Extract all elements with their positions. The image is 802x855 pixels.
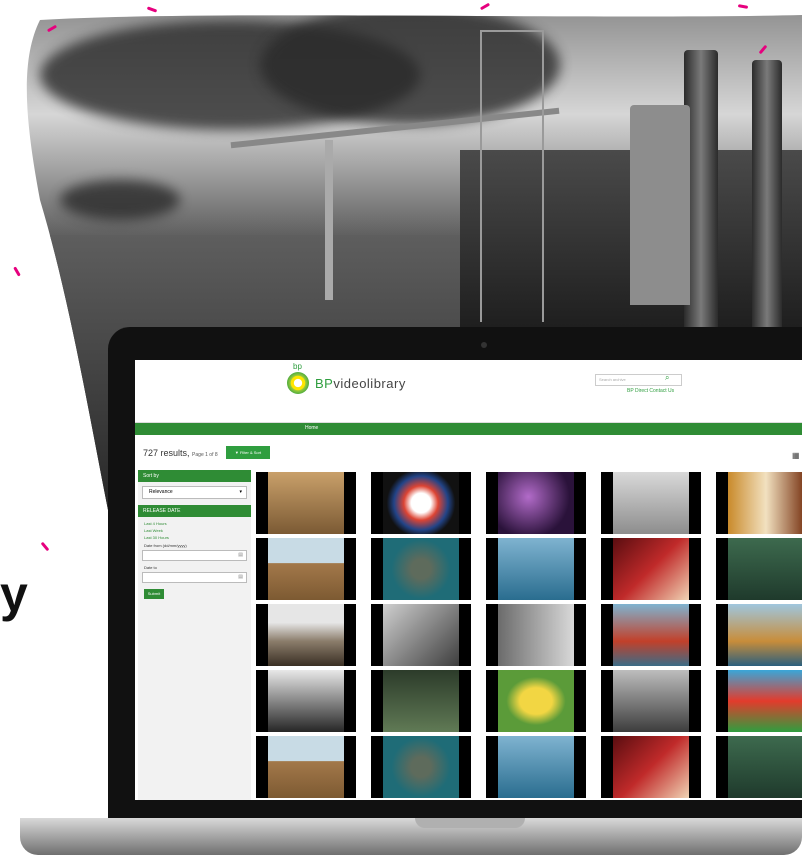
thumbnail-image <box>498 472 574 534</box>
thumbnail-image <box>498 538 574 600</box>
sort-select[interactable]: Relevance ▾ <box>142 486 247 499</box>
video-thumbnail[interactable] <box>716 472 802 534</box>
thumbnail-image <box>728 538 802 600</box>
thumbnail-image <box>613 670 689 732</box>
video-thumbnail[interactable] <box>256 604 356 666</box>
browser-screen: bp BPvideolibrary Search archive ⌕ BP Di… <box>135 360 802 800</box>
main-nav: Home <box>135 423 802 435</box>
sort-header: Sort by <box>138 470 251 482</box>
date-from-input[interactable]: ▤ <box>142 550 247 561</box>
thumbnail-image <box>383 538 459 600</box>
decorative-mark: y <box>0 566 28 622</box>
video-thumbnail[interactable] <box>256 736 356 798</box>
calendar-icon[interactable]: ▤ <box>238 574 243 580</box>
helios-logo-icon <box>287 372 309 394</box>
video-thumbnail[interactable] <box>716 538 802 600</box>
thumbnail-image <box>728 736 802 798</box>
nav-home[interactable]: Home <box>305 425 318 431</box>
video-thumbnail[interactable] <box>371 670 471 732</box>
video-thumbnail[interactable] <box>256 472 356 534</box>
filter-sort-button[interactable]: ▼ Filter & Sort <box>226 446 270 459</box>
video-thumbnail[interactable] <box>256 670 356 732</box>
video-thumbnail[interactable] <box>371 472 471 534</box>
filter-link[interactable]: Last Week <box>144 528 251 533</box>
chevron-down-icon: ▾ <box>239 489 242 495</box>
logo-text: BPvideolibrary <box>315 375 406 391</box>
release-date-header: RELEASE DATE <box>138 505 251 517</box>
calendar-icon[interactable]: ▤ <box>238 552 243 558</box>
laptop-base <box>20 818 802 855</box>
thumbnail-image <box>268 472 344 534</box>
video-thumbnail[interactable] <box>601 538 701 600</box>
video-thumbnail[interactable] <box>486 604 586 666</box>
thumbnail-image <box>728 472 802 534</box>
filter-link[interactable]: Last 30 Hours <box>144 535 251 540</box>
filter-sidebar: Sort by Relevance ▾ RELEASE DATE Last 4 H… <box>138 470 251 800</box>
camera-icon <box>481 342 487 348</box>
laptop: bp BPvideolibrary Search archive ⌕ BP Di… <box>108 327 802 827</box>
date-to-input[interactable]: ▤ <box>142 572 247 583</box>
grid-view-icon[interactable]: ▦ <box>792 451 800 460</box>
submit-button[interactable]: Submit <box>144 589 164 599</box>
site-header: bp BPvideolibrary Search archive ⌕ BP Di… <box>135 360 802 423</box>
thumbnail-image <box>268 604 344 666</box>
video-thumbnail[interactable] <box>371 538 471 600</box>
video-thumbnail[interactable] <box>486 670 586 732</box>
filter-link[interactable]: Last 4 Hours <box>144 521 251 526</box>
date-from-label: Date from (dd/mm/yyyy) <box>144 543 187 548</box>
thumbnail-image <box>613 604 689 666</box>
thumbnail-image <box>383 670 459 732</box>
date-to-label: Date to <box>144 565 157 570</box>
video-thumbnail[interactable] <box>256 538 356 600</box>
video-thumbnail[interactable] <box>371 736 471 798</box>
thumbnail-image <box>383 472 459 534</box>
thumbnail-image <box>498 604 574 666</box>
header-links[interactable]: BP Direct Contact Us <box>627 388 674 394</box>
bp-logo[interactable]: bp BPvideolibrary <box>287 362 406 394</box>
thumbnail-image <box>613 472 689 534</box>
video-thumbnail[interactable] <box>486 736 586 798</box>
results-summary: 727 results, Page 1 of 8 <box>143 448 218 458</box>
thumbnail-image <box>383 604 459 666</box>
thumbnail-image <box>728 670 802 732</box>
thumbnail-image <box>383 736 459 798</box>
thumbnail-image <box>613 538 689 600</box>
video-thumbnail[interactable] <box>486 538 586 600</box>
thumbnail-image <box>498 736 574 798</box>
video-thumbnail[interactable] <box>486 472 586 534</box>
thumbnail-image <box>268 670 344 732</box>
thumbnail-image <box>268 538 344 600</box>
video-thumbnail[interactable] <box>601 670 701 732</box>
video-thumbnail[interactable] <box>601 736 701 798</box>
thumbnail-image <box>268 736 344 798</box>
thumbnail-image <box>728 604 802 666</box>
video-thumbnail[interactable] <box>371 604 471 666</box>
video-thumbnail[interactable] <box>716 736 802 798</box>
thumbnail-image <box>498 670 574 732</box>
search-icon[interactable]: ⌕ <box>665 373 669 383</box>
video-thumbnail[interactable] <box>601 604 701 666</box>
video-thumbnail[interactable] <box>601 472 701 534</box>
thumbnail-image <box>613 736 689 798</box>
video-thumbnail[interactable] <box>716 604 802 666</box>
video-thumbnail[interactable] <box>716 670 802 732</box>
